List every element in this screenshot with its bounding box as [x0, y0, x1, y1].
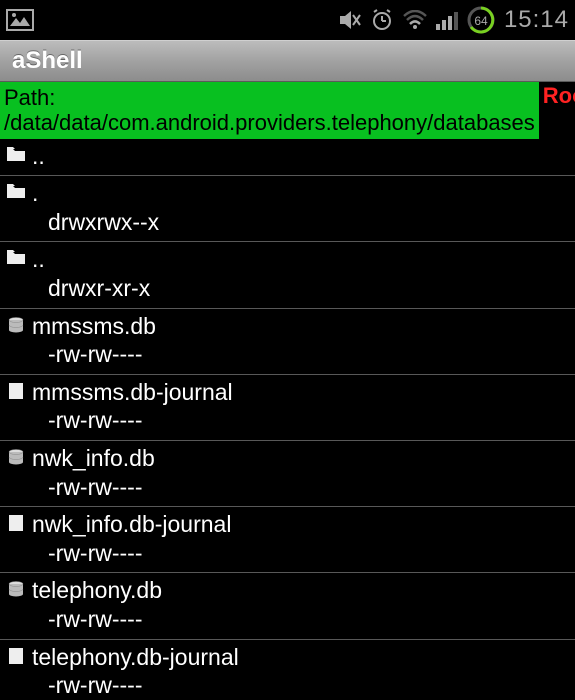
file-item[interactable]: mmssms.db-rw-rw---- [0, 309, 575, 375]
file-text: mmssms.db-rw-rw---- [32, 313, 156, 369]
folder-icon [6, 180, 26, 198]
file-permissions: drwxr-xr-x [32, 275, 150, 303]
file-text: ..drwxr-xr-x [32, 246, 150, 302]
root-badge: Root [539, 82, 575, 108]
file-text: telephony.db-journal-rw-rw---- [32, 644, 239, 700]
app-title: aShell [12, 47, 83, 75]
file-name: mmssms.db-journal [32, 379, 233, 407]
file-name: . [32, 180, 159, 208]
file-text: nwk_info.db-rw-rw---- [32, 445, 155, 501]
file-text: telephony.db-rw-rw---- [32, 577, 162, 633]
path-bar[interactable]: Path: /data/data/com.android.providers.t… [0, 82, 539, 139]
signal-icon [436, 10, 458, 30]
file-icon [6, 379, 26, 399]
file-permissions: -rw-rw---- [32, 474, 155, 502]
alarm-icon [370, 8, 394, 32]
file-permissions: -rw-rw---- [32, 606, 162, 634]
file-permissions: drwxrwx--x [32, 209, 159, 237]
file-text: .drwxrwx--x [32, 180, 159, 236]
file-name: .. [32, 246, 150, 274]
file-item[interactable]: nwk_info.db-journal-rw-rw---- [0, 507, 575, 573]
file-item[interactable]: .drwxrwx--x [0, 176, 575, 242]
file-icon [6, 511, 26, 531]
file-permissions: -rw-rw---- [32, 407, 233, 435]
file-item[interactable]: .. [0, 139, 575, 177]
app-titlebar: aShell [0, 40, 575, 82]
db-icon [6, 445, 26, 465]
file-item[interactable]: ..drwxr-xr-x [0, 242, 575, 308]
gallery-icon [6, 9, 34, 31]
file-text: .. [32, 143, 45, 171]
mute-icon [338, 9, 362, 31]
file-permissions: -rw-rw---- [32, 341, 156, 369]
wifi-icon [402, 10, 428, 30]
file-item[interactable]: telephony.db-journal-rw-rw---- [0, 640, 575, 700]
file-item[interactable]: nwk_info.db-rw-rw---- [0, 441, 575, 507]
svg-text:64: 64 [474, 14, 488, 28]
file-name: nwk_info.db [32, 445, 155, 473]
path-text: Path: /data/data/com.android.providers.t… [4, 85, 535, 135]
status-bar: 64 15:14 [0, 0, 575, 40]
folder-icon [6, 246, 26, 264]
file-name: .. [32, 143, 45, 171]
clock: 15:14 [504, 6, 569, 34]
file-icon [6, 644, 26, 664]
file-text: mmssms.db-journal-rw-rw---- [32, 379, 233, 435]
file-list: ...drwxrwx--x..drwxr-xr-xmmssms.db-rw-rw… [0, 139, 575, 700]
battery-icon: 64 [466, 5, 496, 35]
folder-icon [6, 143, 26, 161]
file-name: telephony.db-journal [32, 644, 239, 672]
file-name: mmssms.db [32, 313, 156, 341]
file-permissions: -rw-rw---- [32, 540, 231, 568]
file-name: nwk_info.db-journal [32, 511, 231, 539]
file-item[interactable]: mmssms.db-journal-rw-rw---- [0, 375, 575, 441]
file-name: telephony.db [32, 577, 162, 605]
db-icon [6, 313, 26, 333]
file-text: nwk_info.db-journal-rw-rw---- [32, 511, 231, 567]
file-item[interactable]: telephony.db-rw-rw---- [0, 573, 575, 639]
file-permissions: -rw-rw---- [32, 672, 239, 700]
db-icon [6, 577, 26, 597]
path-row: Path: /data/data/com.android.providers.t… [0, 82, 575, 139]
